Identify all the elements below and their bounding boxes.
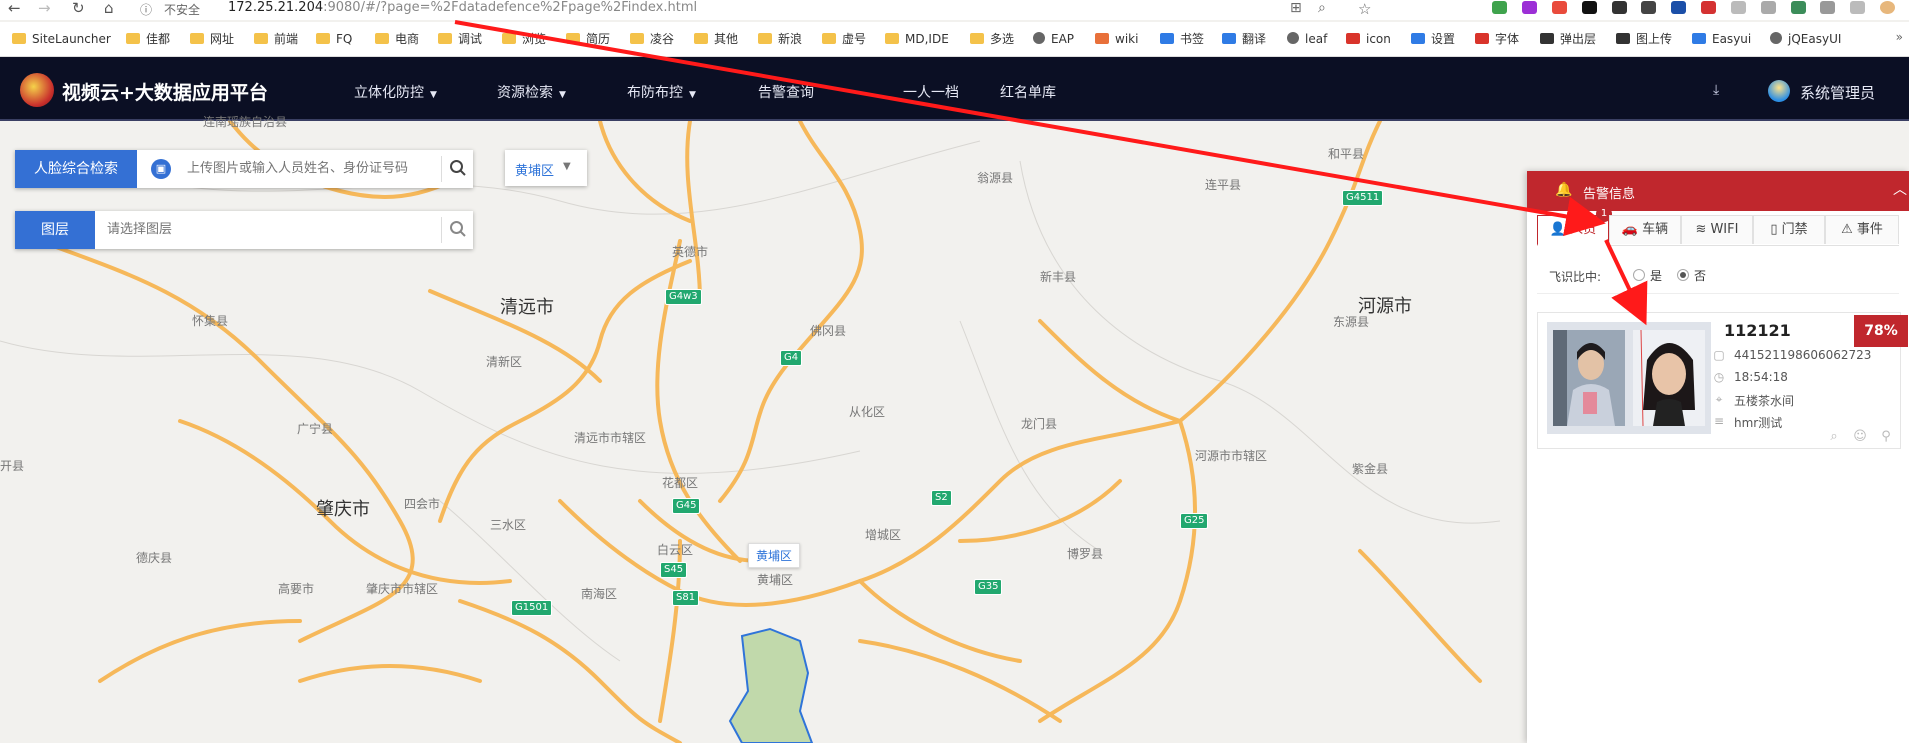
annotation-arrows <box>454 20 1648 326</box>
annotation-arrow <box>1604 239 1648 326</box>
annotation-arrow <box>454 20 1606 237</box>
